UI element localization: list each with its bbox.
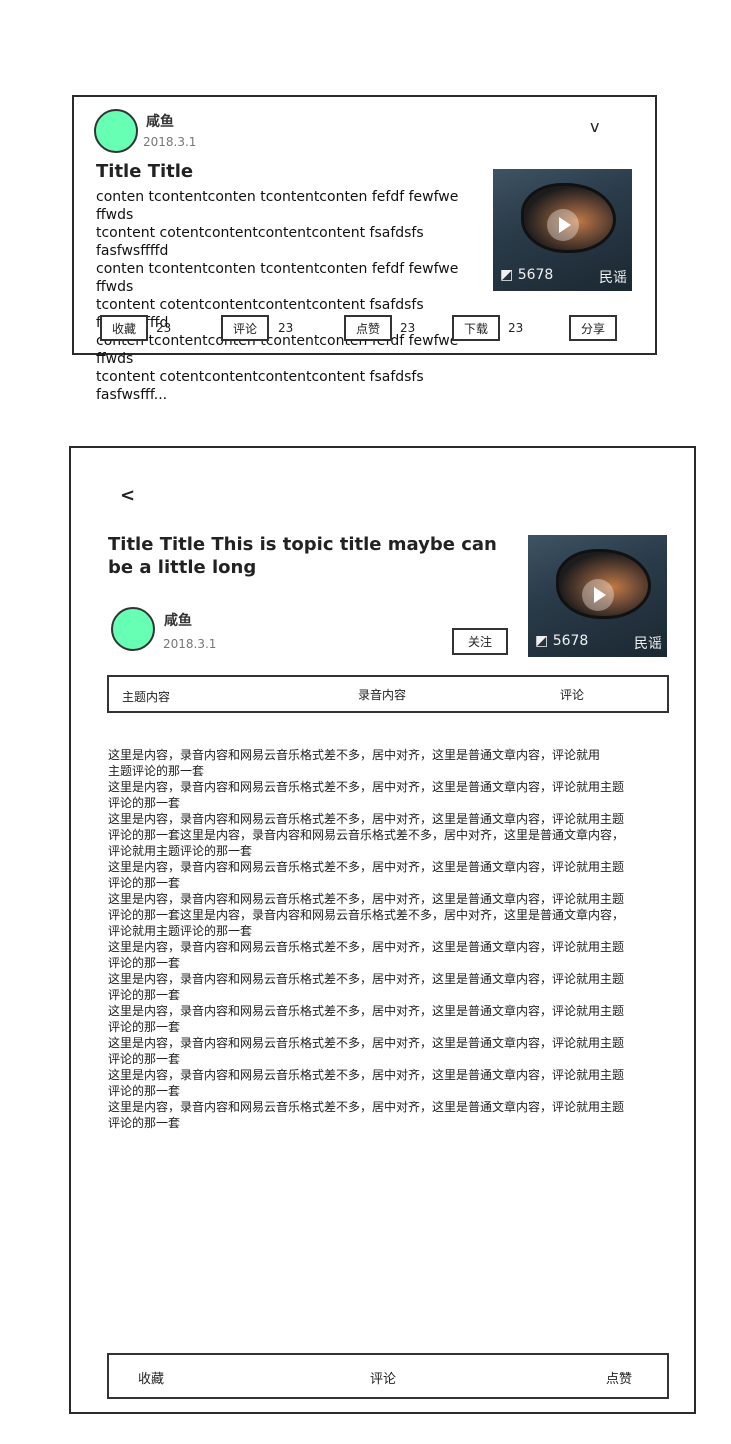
article-body: 这里是内容，录音内容和网易云音乐格式差不多，居中对齐，这里是普通文章内容，评论就… <box>108 748 625 1130</box>
like-button[interactable]: 点赞 <box>606 1368 632 1387</box>
favorite-count: 23 <box>156 321 172 335</box>
card-content: conten tcontentconten tcontentconten fef… <box>96 189 459 403</box>
detail-title: Title Title This is topic title maybe ca… <box>108 534 497 578</box>
play-count: 5678 <box>517 267 554 283</box>
share-button[interactable]: 分享 <box>569 315 617 341</box>
author-name[interactable]: 咸鱼 <box>164 610 192 630</box>
card-title[interactable]: Title Title <box>96 161 193 182</box>
headphone-icon: ◩ <box>500 267 514 283</box>
play-count: 5678 <box>552 633 589 649</box>
back-arrow-icon[interactable]: < <box>120 485 135 506</box>
chevron-down-icon[interactable]: v <box>590 117 599 136</box>
comment-count: 23 <box>278 321 294 335</box>
tab-topic-content[interactable]: 主题内容 <box>122 688 170 705</box>
author-avatar[interactable] <box>111 607 155 651</box>
play-icon[interactable] <box>547 209 579 241</box>
like-count: 23 <box>400 321 416 335</box>
bottom-action-bar: 收藏 评论 点赞 <box>107 1353 669 1399</box>
comment-button[interactable]: 评论 <box>370 1368 396 1387</box>
follow-button[interactable]: 关注 <box>452 628 508 655</box>
favorite-button[interactable]: 收藏 <box>138 1368 164 1387</box>
author-name[interactable]: 咸鱼 <box>146 111 174 131</box>
download-button[interactable]: 下载 <box>452 315 500 341</box>
like-button[interactable]: 点赞 <box>344 315 392 341</box>
post-date: 2018.3.1 <box>163 637 217 651</box>
genre-tag: 民谣 <box>634 636 662 652</box>
content-tabs: 主题内容 录音内容 评论 <box>107 675 669 713</box>
genre-tag: 民谣 <box>599 270 627 286</box>
tab-recording-content[interactable]: 录音内容 <box>358 686 406 703</box>
comment-button[interactable]: 评论 <box>221 315 269 341</box>
tab-comments[interactable]: 评论 <box>560 686 584 703</box>
play-icon[interactable] <box>582 579 614 611</box>
audio-thumbnail[interactable]: ◩ 5678 民谣 <box>493 169 632 291</box>
author-avatar[interactable] <box>94 109 138 153</box>
post-date: 2018.3.1 <box>143 135 197 149</box>
headphone-icon: ◩ <box>535 633 549 649</box>
audio-thumbnail[interactable]: ◩ 5678 民谣 <box>528 535 667 657</box>
favorite-button[interactable]: 收藏 <box>100 315 148 341</box>
download-count: 23 <box>508 321 524 335</box>
